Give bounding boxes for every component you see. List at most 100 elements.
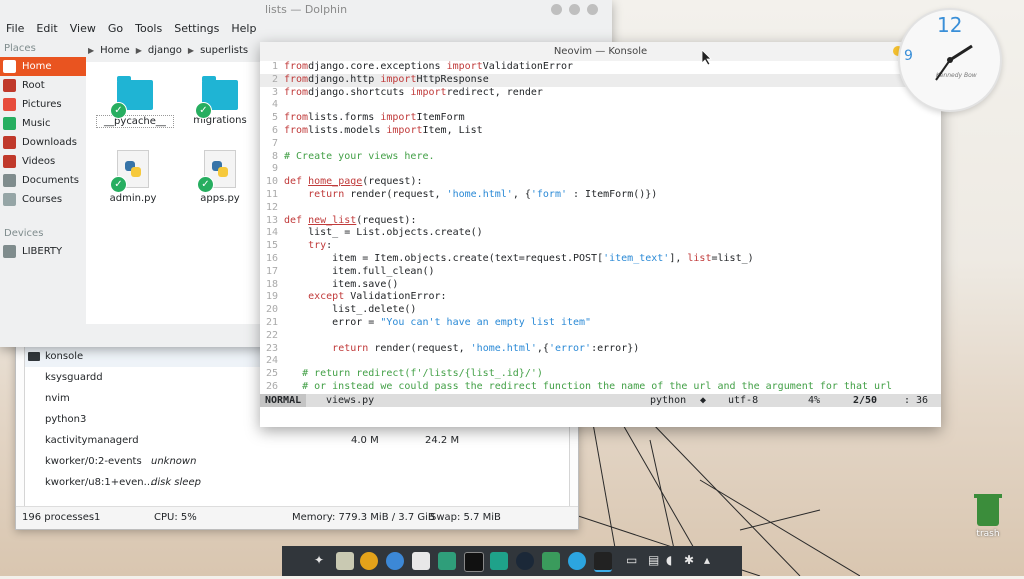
system-monitor-status-bar: 196 processes1 CPU: 5% Memory: 779.3 MiB… bbox=[16, 506, 578, 529]
bluetooth-icon[interactable]: ✱ bbox=[684, 553, 694, 567]
code-line: 21 error = "You can't have an empty list… bbox=[260, 317, 941, 330]
breadcrumb-home[interactable]: Home bbox=[100, 40, 130, 62]
document-app-icon[interactable] bbox=[412, 552, 430, 570]
file-migrations[interactable]: ✓ migrations bbox=[181, 76, 259, 126]
sync-check-icon: ✓ bbox=[195, 102, 212, 119]
line-number: 3 bbox=[271, 86, 278, 98]
steam-icon[interactable] bbox=[516, 552, 534, 570]
volume-icon[interactable]: ◖ bbox=[666, 553, 672, 567]
device-liberty[interactable]: LIBERTY bbox=[0, 242, 86, 261]
menu-edit[interactable]: Edit bbox=[30, 19, 63, 38]
dolphin-titlebar[interactable]: lists — Dolphin bbox=[0, 0, 612, 19]
code-line: 26 # or instead we could pass the redire… bbox=[260, 381, 941, 394]
system-monitor-app-icon[interactable] bbox=[542, 552, 560, 570]
analog-clock-widget[interactable]: 12 9 Kennedy Bow bbox=[898, 8, 1002, 112]
line-number: 18 bbox=[265, 278, 278, 290]
place-home[interactable]: Home bbox=[0, 57, 86, 76]
line-number: 7 bbox=[271, 137, 278, 149]
code-token: =list_) bbox=[711, 252, 754, 264]
code-token: import bbox=[380, 112, 417, 124]
clipboard-icon[interactable]: ▤ bbox=[648, 553, 659, 567]
code-line: 7 bbox=[260, 138, 941, 151]
place-music[interactable]: Music bbox=[0, 114, 86, 133]
breadcrumb-superlists[interactable]: superlists bbox=[200, 40, 248, 62]
battery-icon[interactable]: ▭ bbox=[626, 553, 637, 567]
place-videos-icon bbox=[3, 155, 16, 168]
line-number: 12 bbox=[265, 201, 278, 213]
cpu-usage: CPU: 5% bbox=[154, 512, 197, 523]
place-courses-icon bbox=[3, 193, 16, 206]
code-token: lists.models bbox=[308, 124, 387, 136]
breadcrumb: ▶ Home ▶ django ▶ superlists bbox=[88, 40, 248, 62]
menu-bar: File Edit View Go Tools Settings Help bbox=[0, 19, 612, 38]
menu-file[interactable]: File bbox=[0, 19, 30, 38]
code-token: from bbox=[284, 73, 309, 85]
intellij-icon[interactable] bbox=[464, 552, 484, 572]
notes-app-icon[interactable] bbox=[336, 552, 354, 570]
place-label: Downloads bbox=[22, 137, 77, 148]
file-pycache[interactable]: ✓ __pycache__ bbox=[96, 76, 174, 128]
process-row[interactable]: kworker/0:2-events unknown bbox=[25, 451, 569, 472]
trash-desktop-icon[interactable]: trash bbox=[966, 494, 1010, 539]
close-button[interactable] bbox=[587, 4, 598, 15]
code-token: except bbox=[308, 291, 345, 303]
telegram-icon[interactable] bbox=[568, 552, 586, 570]
line-number: 10 bbox=[265, 176, 278, 188]
code-token: render(request, bbox=[344, 188, 447, 200]
file-name: apps.py bbox=[200, 193, 240, 204]
place-home-icon bbox=[3, 60, 16, 73]
qbittorrent-icon[interactable] bbox=[386, 552, 404, 570]
code-line: 18 item.save() bbox=[260, 279, 941, 292]
tray-expand-icon[interactable]: ▴ bbox=[704, 553, 710, 567]
menu-settings[interactable]: Settings bbox=[168, 19, 225, 38]
window-title: lists — Dolphin bbox=[264, 3, 348, 16]
code-line: 3 fromdjango.shortcuts importredirect, re… bbox=[260, 87, 941, 100]
breadcrumb-arrow-icon: ▶ bbox=[187, 46, 195, 55]
app-launcher-icon[interactable]: ✦ bbox=[314, 553, 324, 567]
menu-help[interactable]: Help bbox=[225, 19, 262, 38]
code-token: import bbox=[386, 124, 423, 136]
book-app-icon[interactable] bbox=[490, 552, 508, 570]
code-token: import bbox=[380, 73, 417, 85]
maximize-button[interactable] bbox=[569, 4, 580, 15]
place-root[interactable]: Root bbox=[0, 76, 86, 95]
editor-buffer[interactable]: 1 fromdjango.core.exceptions importValida… bbox=[260, 61, 941, 396]
code-token: from bbox=[284, 86, 309, 98]
place-videos[interactable]: Videos bbox=[0, 152, 86, 171]
code-token: redirect, render bbox=[446, 86, 543, 98]
code-token: (request): bbox=[356, 214, 417, 226]
line-number: 23 bbox=[265, 342, 278, 354]
menu-tools[interactable]: Tools bbox=[129, 19, 168, 38]
process-row[interactable]: kactivitymanagerd 4.0 M 24.2 M bbox=[25, 430, 569, 451]
line-number: 8 bbox=[271, 150, 278, 162]
code-token: new_list bbox=[308, 214, 357, 226]
place-documents[interactable]: Documents bbox=[0, 171, 86, 190]
minimize-button[interactable] bbox=[551, 4, 562, 15]
konsole-titlebar[interactable]: Neovim — Konsole bbox=[260, 42, 941, 61]
line-number: 26 bbox=[265, 380, 278, 392]
place-courses[interactable]: Courses bbox=[0, 190, 86, 209]
file-apps-py[interactable]: ✓ apps.py bbox=[181, 150, 259, 204]
line-number: 22 bbox=[265, 329, 278, 341]
process-row[interactable]: kworker/u8:1+even... disk sleep bbox=[25, 472, 569, 493]
terminal-icon bbox=[28, 352, 40, 361]
android-studio-icon[interactable] bbox=[438, 552, 456, 570]
code-token: (request): bbox=[362, 176, 423, 188]
menu-go[interactable]: Go bbox=[102, 19, 129, 38]
sync-check-icon: ✓ bbox=[110, 176, 127, 193]
breadcrumb-django[interactable]: django bbox=[148, 40, 182, 62]
file-admin-py[interactable]: ✓ admin.py bbox=[94, 150, 172, 204]
place-downloads[interactable]: Downloads bbox=[0, 133, 86, 152]
process-name: kactivitymanagerd bbox=[45, 435, 139, 446]
line-number: 13 bbox=[265, 214, 278, 226]
menu-view[interactable]: View bbox=[64, 19, 102, 38]
code-token: 'home.html' bbox=[446, 188, 513, 200]
chrome-icon[interactable] bbox=[360, 552, 378, 570]
line-number: 2 bbox=[271, 73, 278, 85]
code-token: render(request, bbox=[368, 342, 471, 354]
konsole-app-icon[interactable] bbox=[594, 552, 612, 572]
place-pictures[interactable]: Pictures bbox=[0, 95, 86, 114]
process-state: unknown bbox=[151, 456, 197, 467]
place-label: Music bbox=[22, 118, 51, 129]
